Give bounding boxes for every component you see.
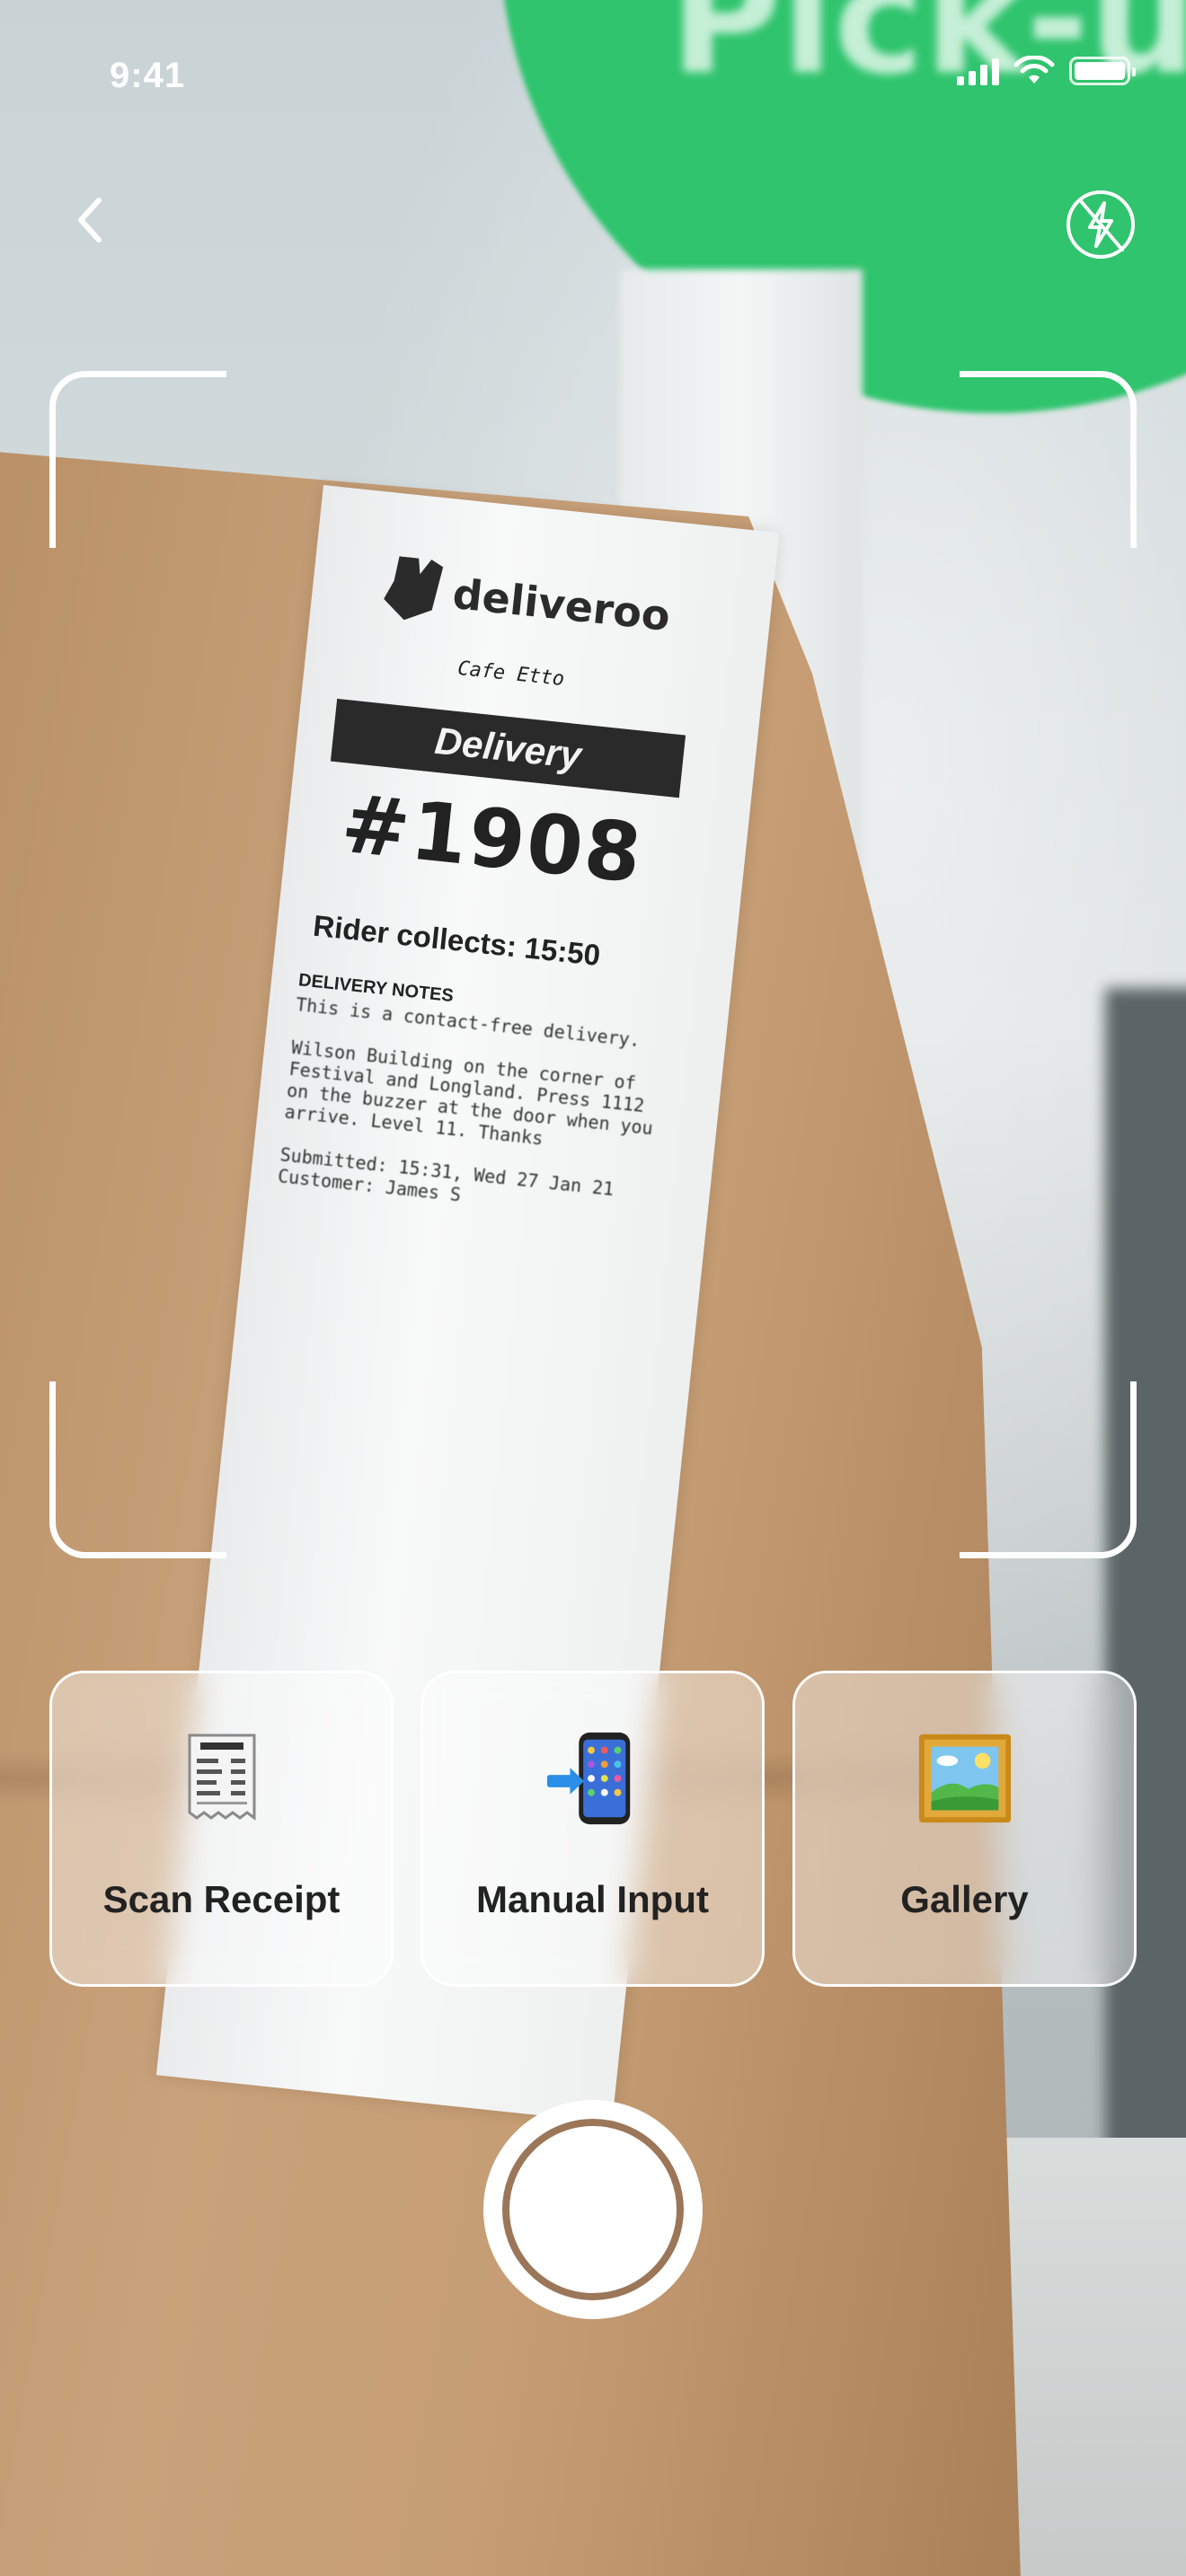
battery-icon bbox=[1069, 57, 1136, 85]
shutter-core bbox=[513, 2130, 673, 2289]
capture-mode-selector: Scan Receipt Manual Input Gallery bbox=[49, 1671, 1137, 1987]
manual-input-button[interactable]: Manual Input bbox=[420, 1671, 765, 1987]
framed-picture-icon bbox=[916, 1729, 1014, 1828]
shutter-button[interactable] bbox=[483, 2100, 703, 2319]
cellular-signal-icon bbox=[957, 57, 999, 85]
flash-toggle-button[interactable] bbox=[1060, 184, 1141, 265]
gallery-button[interactable]: Gallery bbox=[792, 1671, 1137, 1987]
scan-frame-corner-bottom-left bbox=[49, 1381, 226, 1558]
camera-scan-screen: Pick-up here deliveroo Cafe Etto Deliver… bbox=[0, 0, 1186, 2576]
scan-frame-corner-bottom-right bbox=[960, 1381, 1137, 1558]
shutter-ring bbox=[502, 2119, 684, 2300]
scan-frame-corner-top-left bbox=[49, 371, 226, 548]
scan-receipt-button[interactable]: Scan Receipt bbox=[49, 1671, 394, 1987]
chevron-left-icon bbox=[78, 198, 102, 243]
battery-level bbox=[1075, 62, 1125, 80]
scan-frame-corner-top-right bbox=[960, 371, 1137, 548]
status-bar: 9:41 bbox=[0, 0, 1186, 153]
manual-input-label: Manual Input bbox=[476, 1878, 709, 1920]
receipt-icon bbox=[173, 1729, 271, 1828]
status-icons bbox=[957, 56, 1136, 86]
wifi-icon bbox=[1013, 56, 1055, 84]
phone-arrow-icon bbox=[544, 1729, 642, 1828]
scan-frame bbox=[49, 371, 1137, 1558]
gallery-label: Gallery bbox=[900, 1878, 1029, 1920]
back-button[interactable] bbox=[54, 184, 126, 256]
scan-receipt-label: Scan Receipt bbox=[102, 1878, 341, 1920]
status-time: 9:41 bbox=[110, 56, 186, 95]
flash-off-icon bbox=[1067, 190, 1135, 259]
